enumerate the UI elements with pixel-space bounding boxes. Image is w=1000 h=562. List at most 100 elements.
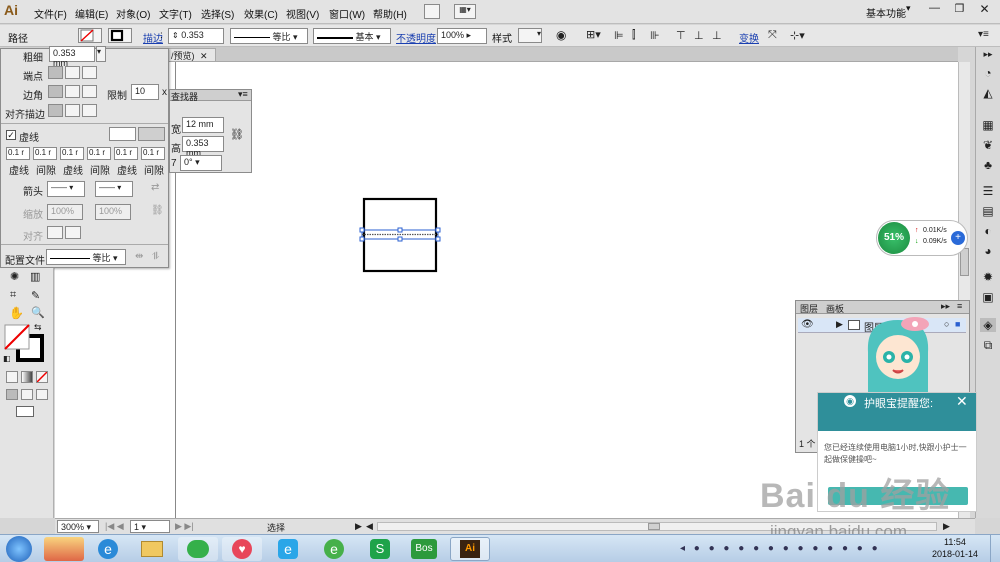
brushes-panel-icon[interactable]: ❦: [980, 138, 996, 152]
align-inside-button[interactable]: [65, 104, 80, 117]
swap-fill-stroke-icon[interactable]: ⇆: [34, 322, 42, 333]
horizontal-scroll-thumb[interactable]: [648, 523, 660, 530]
bridge-icon[interactable]: [424, 4, 440, 19]
wps-spreadsheet-icon[interactable]: S: [360, 537, 400, 561]
stroke-weight-input[interactable]: ⇕ 0.353: [168, 28, 224, 44]
artboard-tool-icon[interactable]: ⌗: [10, 289, 16, 302]
show-desktop-button[interactable]: [990, 535, 1000, 562]
artboards-tab[interactable]: 画板: [826, 302, 844, 315]
graphic-styles-icon[interactable]: ✹: [980, 270, 996, 284]
constrain-proportions-icon[interactable]: ⛓: [230, 128, 244, 141]
appearance-panel-icon[interactable]: ◕: [980, 244, 996, 258]
artboard-panel-icon[interactable]: ⧉: [980, 338, 996, 352]
gap-1-input[interactable]: 0.1 r: [33, 147, 57, 160]
end-scale-input[interactable]: 100%: [95, 204, 131, 220]
align-hcenter-icon[interactable]: ⫿: [632, 29, 636, 42]
scroll-right-icon[interactable]: ▶: [943, 521, 950, 532]
arrow-place-button[interactable]: [65, 226, 81, 239]
first-artboard-icon[interactable]: |◀ ◀: [105, 521, 124, 532]
status-menu-icon[interactable]: ▶: [355, 521, 362, 532]
transform-link[interactable]: 变换: [739, 30, 759, 45]
arrange-docs-icon[interactable]: ▦▾: [454, 4, 476, 19]
color-panel-icon[interactable]: ◔: [980, 66, 996, 80]
default-colors-icon[interactable]: ◧: [3, 354, 11, 363]
next-artboard-icon[interactable]: ▶ ▶|: [175, 521, 194, 532]
height-input[interactable]: 0.353 mm: [182, 136, 224, 158]
preserve-dash-button[interactable]: [109, 127, 136, 141]
visibility-eye-icon[interactable]: 👁: [801, 319, 814, 330]
butt-cap-button[interactable]: [48, 66, 63, 79]
file-explorer-icon[interactable]: [132, 537, 172, 561]
round-join-button[interactable]: [65, 85, 80, 98]
start-button[interactable]: [6, 536, 32, 562]
ie-browser-icon[interactable]: e: [88, 537, 128, 561]
start-scale-input[interactable]: 100%: [47, 204, 83, 220]
target-icon[interactable]: ○: [944, 319, 949, 329]
popup-close-icon[interactable]: ✕: [956, 393, 968, 410]
eyedropper-icon[interactable]: ✎: [31, 289, 40, 302]
close-tab-icon[interactable]: ✕: [200, 51, 208, 61]
align-center-button[interactable]: [48, 104, 63, 117]
network-speed-widget[interactable]: 51% ↑ 0.01K/s ↓ 0.09K/s +: [876, 220, 968, 256]
memory-usage-badge[interactable]: 51%: [878, 222, 910, 254]
menu-edit[interactable]: 编辑(E): [75, 6, 108, 21]
menu-select[interactable]: 选择(S): [201, 6, 234, 21]
graphic-style-swatch[interactable]: ▾: [518, 28, 542, 43]
layers-tab[interactable]: 图层: [800, 302, 818, 315]
color-guide-icon[interactable]: ◭: [980, 86, 996, 100]
recolor-icon[interactable]: ◉: [556, 28, 566, 42]
document-tab[interactable]: /预览) ✕: [168, 48, 216, 62]
close-icon[interactable]: ✕: [972, 2, 997, 18]
brush-definition[interactable]: 基本 ▾: [313, 28, 391, 44]
fill-swatch[interactable]: [78, 28, 102, 43]
layers-panel-icon[interactable]: ◈: [980, 318, 996, 332]
vertical-scroll-thumb[interactable]: [960, 248, 969, 276]
column-graph-icon[interactable]: ▥: [30, 270, 40, 283]
dash-3-input[interactable]: 0.1 r: [114, 147, 138, 160]
color-mode-button[interactable]: [6, 371, 18, 383]
artboard-number-select[interactable]: 1 ▾: [130, 520, 170, 533]
selection-indicator-icon[interactable]: ■: [955, 319, 960, 329]
align-outside-button[interactable]: [82, 104, 97, 117]
restore-icon[interactable]: ❐: [947, 2, 972, 18]
selected-artwork[interactable]: [355, 192, 445, 282]
draw-behind-button[interactable]: [21, 389, 33, 400]
variable-width-profile[interactable]: 等比 ▾: [230, 28, 308, 44]
menu-window[interactable]: 窗口(W): [329, 6, 365, 21]
workspace-switcher[interactable]: 基本功能: [866, 5, 906, 20]
symbol-sprayer-icon[interactable]: ✺: [10, 270, 19, 283]
round-cap-button[interactable]: [65, 66, 80, 79]
align-dash-button[interactable]: [138, 127, 165, 141]
swatches-panel-icon[interactable]: ▦: [980, 118, 996, 132]
opacity-input[interactable]: 100% ▸: [437, 28, 487, 44]
wechat-icon[interactable]: [178, 537, 218, 561]
360-browser-icon[interactable]: e: [314, 537, 354, 561]
panel-menu-icon[interactable]: ▾≡: [238, 89, 248, 100]
miter-limit-input[interactable]: 10: [131, 84, 159, 100]
angle-input[interactable]: 0° ▾: [180, 155, 222, 171]
panel-menu-icon[interactable]: ≡: [957, 301, 962, 311]
gap-2-input[interactable]: 0.1 r: [87, 147, 111, 160]
panel-collapse-icon[interactable]: ▸▸: [941, 301, 950, 312]
bos-app-icon[interactable]: Bos: [404, 537, 444, 561]
flip-horizontal-icon[interactable]: ⇹: [135, 251, 143, 262]
draw-normal-button[interactable]: [6, 389, 18, 400]
weight-dropdown-icon[interactable]: ▾: [96, 46, 106, 62]
menu-view[interactable]: 视图(V): [286, 6, 319, 21]
zoom-level-select[interactable]: 300% ▾: [57, 520, 99, 533]
artboards-panel-icon[interactable]: ▣: [980, 290, 996, 304]
menu-object[interactable]: 对象(O): [116, 6, 150, 21]
menu-type[interactable]: 文字(T): [159, 6, 192, 21]
clock-time[interactable]: 11:54: [944, 537, 966, 547]
system-tray-icons[interactable]: ◂ ● ● ● ● ● ● ● ● ● ● ● ● ●: [680, 543, 881, 554]
align-vcenter-icon[interactable]: ⊥: [694, 29, 704, 42]
width-input[interactable]: 12 mm: [182, 117, 224, 133]
zoom-tool-icon[interactable]: 🔍: [31, 306, 45, 319]
gap-3-input[interactable]: 0.1 r: [141, 147, 165, 160]
symbols-panel-icon[interactable]: ♣: [980, 158, 996, 172]
menu-effect[interactable]: 效果(C): [244, 6, 278, 21]
menu-help[interactable]: 帮助(H): [373, 6, 407, 21]
menu-file[interactable]: 文件(F): [34, 6, 67, 21]
dashed-line-checkbox[interactable]: ✓: [6, 130, 16, 140]
opacity-link[interactable]: 不透明度: [396, 30, 436, 45]
